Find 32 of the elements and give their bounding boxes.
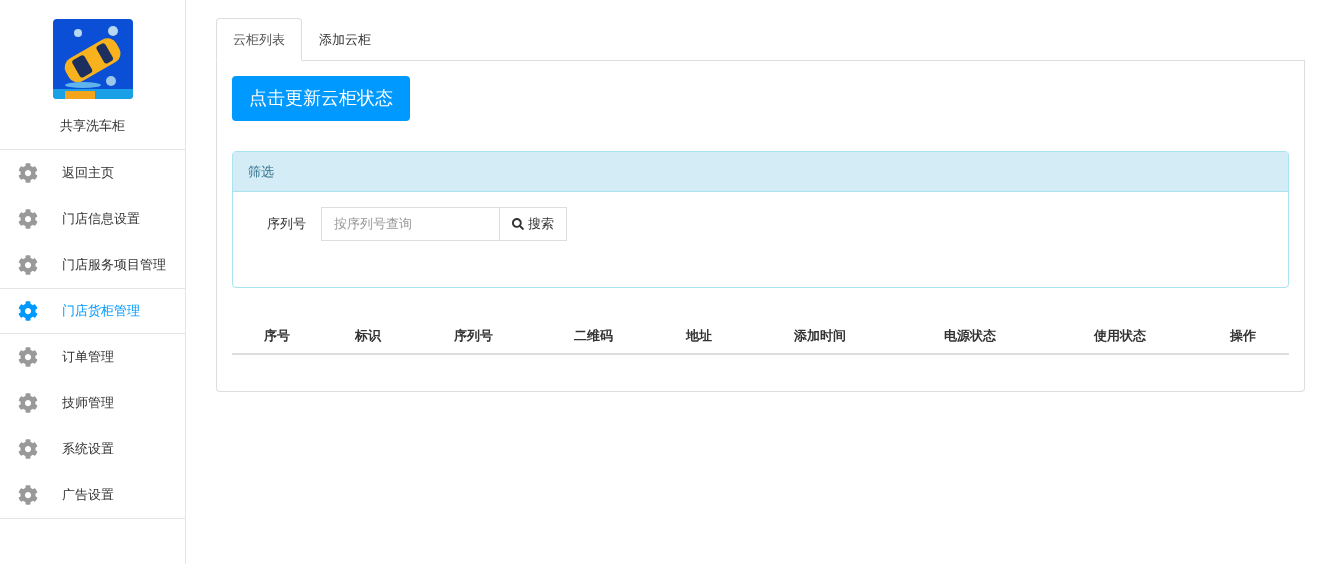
sidebar-item[interactable]: 技师管理	[0, 380, 185, 426]
search-icon	[512, 217, 524, 230]
gear-icon	[18, 347, 38, 367]
serial-search-field[interactable]: 按序列号查询	[321, 206, 500, 241]
search-button[interactable]: 搜索	[500, 206, 567, 241]
gear-icon	[18, 301, 38, 321]
tab[interactable]: 云柜列表	[216, 18, 302, 61]
column-header: 使用状态	[1092, 326, 1147, 345]
sidebar-item[interactable]: 门店信息设置	[0, 196, 185, 242]
sidebar-item[interactable]: 订单管理	[0, 334, 185, 380]
sidebar-item[interactable]: 系统设置	[0, 426, 185, 472]
gear-icon	[18, 209, 38, 229]
gear-icon	[18, 163, 38, 183]
column-header: 添加时间	[793, 326, 847, 345]
gear-icon	[18, 485, 38, 505]
gear-icon	[18, 393, 38, 413]
column-header: 电源状态	[943, 326, 997, 345]
gear-icon	[18, 255, 38, 275]
tab[interactable]: 添加云柜	[302, 18, 388, 61]
filter-title: 筛选	[248, 162, 274, 181]
app-name: 共享洗车柜	[60, 117, 125, 135]
sidebar-item[interactable]: 门店服务项目管理	[0, 242, 185, 288]
sidebar-item[interactable]: 广告设置	[0, 472, 185, 518]
column-header: 序列号	[452, 326, 494, 345]
sidebar-item[interactable]: 返回主页	[0, 150, 185, 196]
gear-icon	[18, 439, 38, 459]
column-header: 序号	[263, 326, 291, 345]
column-header: 操作	[1228, 326, 1257, 345]
field-label: 序列号	[266, 214, 307, 233]
column-header: 二维码	[572, 326, 614, 345]
column-header: 标识	[354, 326, 382, 345]
column-header: 地址	[684, 326, 713, 345]
